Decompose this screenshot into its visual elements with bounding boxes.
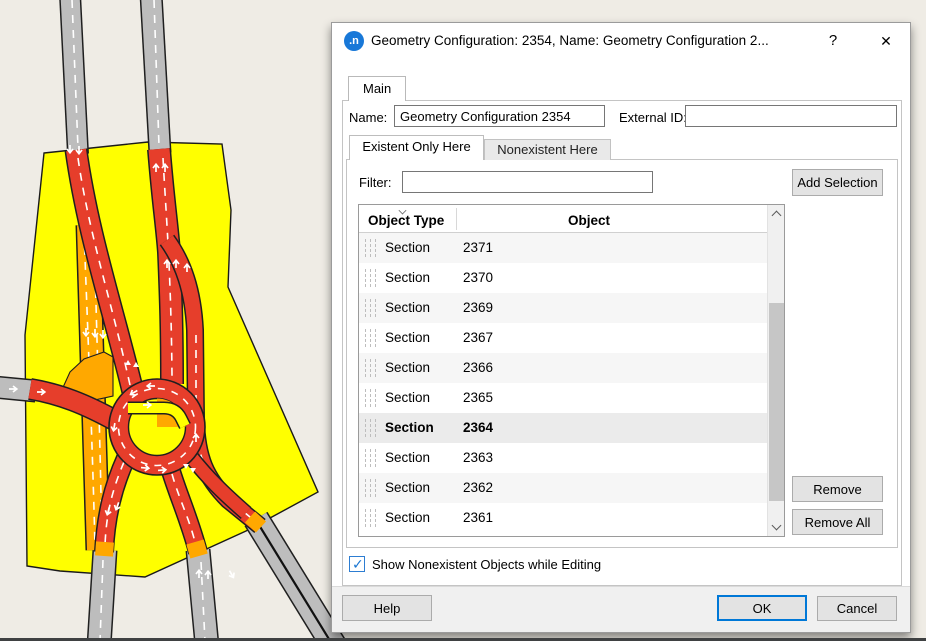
table-row[interactable]: Section 2366 <box>359 353 769 383</box>
table-row[interactable]: Section 2371 <box>359 233 769 263</box>
row-object-type: Section <box>385 300 430 315</box>
section-icon <box>364 479 378 497</box>
row-object-id: 2371 <box>463 240 493 255</box>
tab-existent-only-here[interactable]: Existent Only Here <box>349 135 484 160</box>
name-label: Name: <box>349 110 387 125</box>
row-object-type: Section <box>385 510 430 525</box>
row-object-type: Section <box>385 270 430 285</box>
row-object-id: 2363 <box>463 450 493 465</box>
table-row[interactable]: Section 2369 <box>359 293 769 323</box>
dialog-help-button[interactable]: ? <box>816 23 850 59</box>
scrollbar-thumb[interactable] <box>769 303 784 501</box>
section-icon <box>364 389 378 407</box>
road-south-west-gray[interactable] <box>99 550 105 641</box>
column-header-object-type[interactable]: Object Type <box>368 213 444 228</box>
filter-input[interactable] <box>402 171 653 193</box>
remove-button[interactable]: Remove <box>792 476 883 502</box>
objects-table: Object Type Object Section 2371 Section … <box>358 204 785 537</box>
table-row[interactable]: Section 2367 <box>359 323 769 353</box>
table-rows-container: Section 2371 Section 2370 Section 2369 S… <box>359 233 769 533</box>
scroll-down-icon[interactable] <box>768 518 785 536</box>
show-nonexistent-checkbox[interactable]: ✓ <box>349 556 365 572</box>
road-south-east-dual-carriageway[interactable] <box>256 519 334 641</box>
column-header-object[interactable]: Object <box>457 213 721 228</box>
row-object-id: 2369 <box>463 300 493 315</box>
add-selection-button[interactable]: Add Selection <box>792 169 883 196</box>
aimsun-logo-icon: .n <box>344 31 364 51</box>
row-object-type: Section <box>385 450 430 465</box>
table-row[interactable]: Section 2363 <box>359 443 769 473</box>
row-object-type: Section <box>385 240 430 255</box>
application-window: .n Geometry Configuration: 2354, Name: G… <box>0 0 926 641</box>
row-object-id: 2362 <box>463 480 493 495</box>
table-header[interactable]: Object Type Object <box>359 205 769 233</box>
row-object-type: Section <box>385 360 430 375</box>
tab-nonexistent-here[interactable]: Nonexistent Here <box>484 139 611 160</box>
scroll-up-icon[interactable] <box>768 205 785 223</box>
row-object-type: Section <box>385 390 430 405</box>
row-object-id: 2370 <box>463 270 493 285</box>
row-object-id: 2364 <box>463 420 493 435</box>
row-object-id: 2367 <box>463 330 493 345</box>
row-object-type: Section <box>385 420 434 435</box>
roundabout[interactable] <box>109 379 205 475</box>
tab-main[interactable]: Main <box>348 76 406 101</box>
table-row[interactable]: Section 2362 <box>359 473 769 503</box>
road-north-west-gray[interactable] <box>70 0 78 154</box>
dialog-close-button[interactable]: ✕ <box>869 23 903 59</box>
road-north-east-gray[interactable] <box>151 0 160 153</box>
road-north-red[interactable] <box>159 149 172 384</box>
table-row[interactable]: Section 2364 <box>359 413 769 443</box>
section-icon <box>364 269 378 287</box>
road-south-gray[interactable] <box>198 550 207 641</box>
transition-band-sw <box>104 542 105 556</box>
transition-band-se <box>250 517 261 527</box>
section-icon <box>364 239 378 257</box>
cancel-button[interactable]: Cancel <box>817 596 897 621</box>
show-nonexistent-label: Show Nonexistent Objects while Editing <box>372 557 601 572</box>
filter-label: Filter: <box>359 175 392 190</box>
ok-button[interactable]: OK <box>717 595 807 621</box>
section-icon <box>364 299 378 317</box>
external-id-input[interactable] <box>685 105 897 127</box>
checkbox-check-icon: ✓ <box>352 556 364 573</box>
row-object-type: Section <box>385 330 430 345</box>
geometry-configuration-dialog: .n Geometry Configuration: 2354, Name: G… <box>331 22 911 633</box>
row-object-id: 2361 <box>463 510 493 525</box>
table-row[interactable]: Section 2365 <box>359 383 769 413</box>
transition-band-s <box>195 542 199 556</box>
help-button[interactable]: Help <box>342 595 432 621</box>
dialog-title: Geometry Configuration: 2354, Name: Geom… <box>371 23 769 59</box>
dialog-titlebar[interactable]: .n Geometry Configuration: 2354, Name: G… <box>332 23 910 59</box>
table-row[interactable]: Section 2361 <box>359 503 769 533</box>
table-scrollbar[interactable] <box>767 205 784 536</box>
table-row[interactable]: Section 2370 <box>359 263 769 293</box>
row-object-id: 2365 <box>463 390 493 405</box>
section-icon <box>364 509 378 527</box>
section-icon <box>364 449 378 467</box>
name-input[interactable] <box>394 105 605 127</box>
section-icon <box>364 419 378 437</box>
external-id-label: External ID: <box>619 110 687 125</box>
remove-all-button[interactable]: Remove All <box>792 509 883 535</box>
section-icon <box>364 329 378 347</box>
row-object-type: Section <box>385 480 430 495</box>
row-object-id: 2366 <box>463 360 493 375</box>
section-icon <box>364 359 378 377</box>
